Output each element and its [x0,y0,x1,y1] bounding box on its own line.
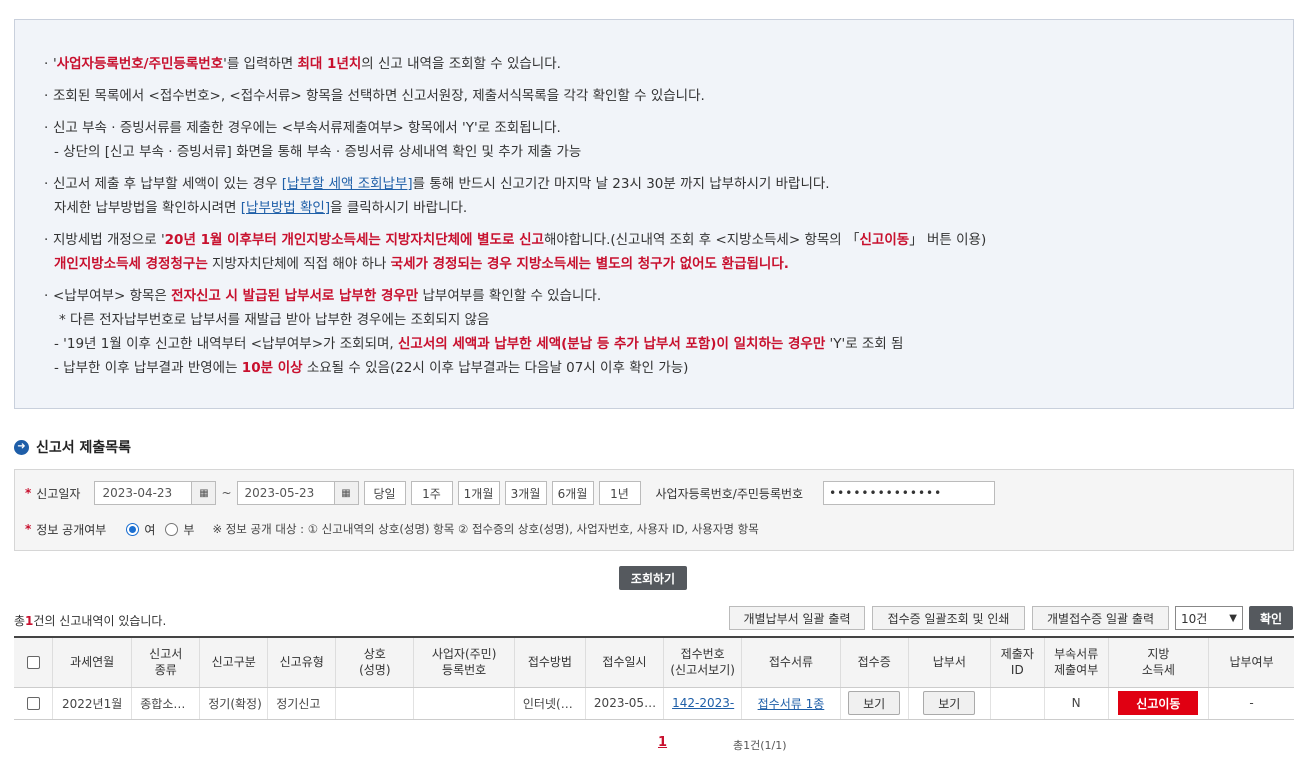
notice-item-1: · '사업자등록번호/주민등록번호'를 입력하면 최대 1년치의 신고 내역을 … [44,56,561,72]
bulk-receipt-print-button[interactable]: 접수증 일괄조회 및 인쇄 [872,606,1025,630]
period-1week-button[interactable]: 1주 [410,481,453,505]
receipt-number-link[interactable]: 142-2023- [672,696,734,710]
notice-item-5: · 지방세법 개정으로 '20년 1월 이후부터 개인지방소득세는 지방자치단체… [44,232,987,272]
date-to-input[interactable]: 2023-05-23 [236,481,335,505]
search-form: * 신고일자 2023-04-23 ▦ ~ 2023-05-23 ▦ 당일 1주… [14,469,1294,551]
table-header-row: 과세연월 신고서 종류 신고구분 신고유형 상호 (성명) 사업자(주민) 등록번호 … [14,636,1294,688]
disclose-yes-radio[interactable] [126,522,140,536]
date-cell: 2023-05-23 [585,687,665,720]
search-button[interactable]: 조회하기 [619,566,687,590]
page-size-select[interactable]: 10건 ▼ [1175,606,1243,630]
type-cell: 정기신고 [267,687,337,720]
bulk-individual-receipt-button[interactable]: 개별접수증 일괄 출력 [1032,606,1169,630]
local-tax-move-button[interactable]: 신고이동 [1118,691,1199,715]
category-cell: 정기(확정) [199,687,269,720]
biz-number-input[interactable]: •••••••••••••• [823,481,996,505]
notice-item-4: · 신고서 제출 후 납부할 세액이 있는 경우 [납부할 세액 조회납부]를 … [44,176,830,216]
name-cell [335,687,415,720]
calendar-icon[interactable]: ▦ [192,481,217,505]
report-table: 과세연월 신고서 종류 신고구분 신고유형 상호 (성명) 사업자(주민) 등록번호 … [14,636,1294,720]
paid-cell: - [1208,687,1294,720]
period-6month-button[interactable]: 6개월 [551,481,594,505]
bill-view-button[interactable]: 보기 [923,691,976,715]
notice-box: · '사업자등록번호/주민등록번호'를 입력하면 최대 1년치의 신고 내역을 … [14,19,1294,409]
select-all-checkbox[interactable] [26,656,40,670]
disclose-no-radio[interactable] [165,522,179,536]
method-cell: 인터넷(작성) [514,687,586,720]
chevron-down-icon: ▼ [1229,612,1237,624]
arrow-circle-icon: ➜ [14,439,29,455]
period-cell: 2022년1월 [52,687,133,720]
notice-item-2: · 조회된 목록에서 <접수번호>, <접수서류> 항목을 선택하면 신고서원장… [44,88,705,104]
date-row: * 신고일자 2023-04-23 ▦ ~ 2023-05-23 ▦ 당일 1주… [25,480,996,506]
table-row: 2022년1월 종합소득세 정기(확정) 정기신고 인터넷(작성) 2023-0… [14,687,1294,720]
period-3month-button[interactable]: 3개월 [504,481,547,505]
disclose-row: * 정보 공개여부 여 부 ※ 정보 공개 대상 : ① 신고내역의 상호(성명… [25,522,759,537]
row-checkbox[interactable] [26,697,40,710]
calendar-icon[interactable]: ▦ [334,481,359,505]
regno-cell [413,687,515,720]
attach-cell: N [1044,687,1109,720]
period-1year-button[interactable]: 1년 [598,481,641,505]
bulk-bill-print-button[interactable]: 개별납부서 일괄 출력 [729,606,865,630]
disclose-label: 정보 공개여부 [36,522,107,537]
notice-item-6: · <납부여부> 항목은 전자신고 시 발급된 납부서로 납부한 경우만 납부여… [44,288,904,376]
submitter-cell [990,687,1045,720]
date-from-input[interactable]: 2023-04-23 [94,481,193,505]
receipt-view-button[interactable]: 보기 [848,691,901,715]
section-title: ➜ 신고서 제출목록 [14,436,131,458]
result-count: 총1건의 신고내역이 있습니다. [14,614,167,628]
period-today-button[interactable]: 당일 [363,481,406,505]
period-1month-button[interactable]: 1개월 [457,481,500,505]
pay-method-link[interactable]: [납부방법 확인] [241,200,330,216]
page-total: 총1건(1/1) [733,739,787,752]
disclose-note: ※ 정보 공개 대상 : ① 신고내역의 상호(성명) 항목 ② 접수증의 상호… [212,522,759,536]
page-number-current[interactable]: 1 [658,735,667,750]
confirm-button[interactable]: 확인 [1249,606,1293,630]
receipt-docs-link[interactable]: 접수서류 1종 [758,697,825,711]
date-label: 신고일자 [36,486,81,501]
notice-item-3: · 신고 부속 · 증빙서류를 제출한 경우에는 <부속서류제출여부> 항목에서… [44,120,582,160]
biz-number-label: 사업자등록번호/주민등록번호 [655,486,804,501]
kind-cell: 종합소득세 [131,687,201,720]
pay-tax-link[interactable]: [납부할 세액 조회납부] [282,176,413,192]
